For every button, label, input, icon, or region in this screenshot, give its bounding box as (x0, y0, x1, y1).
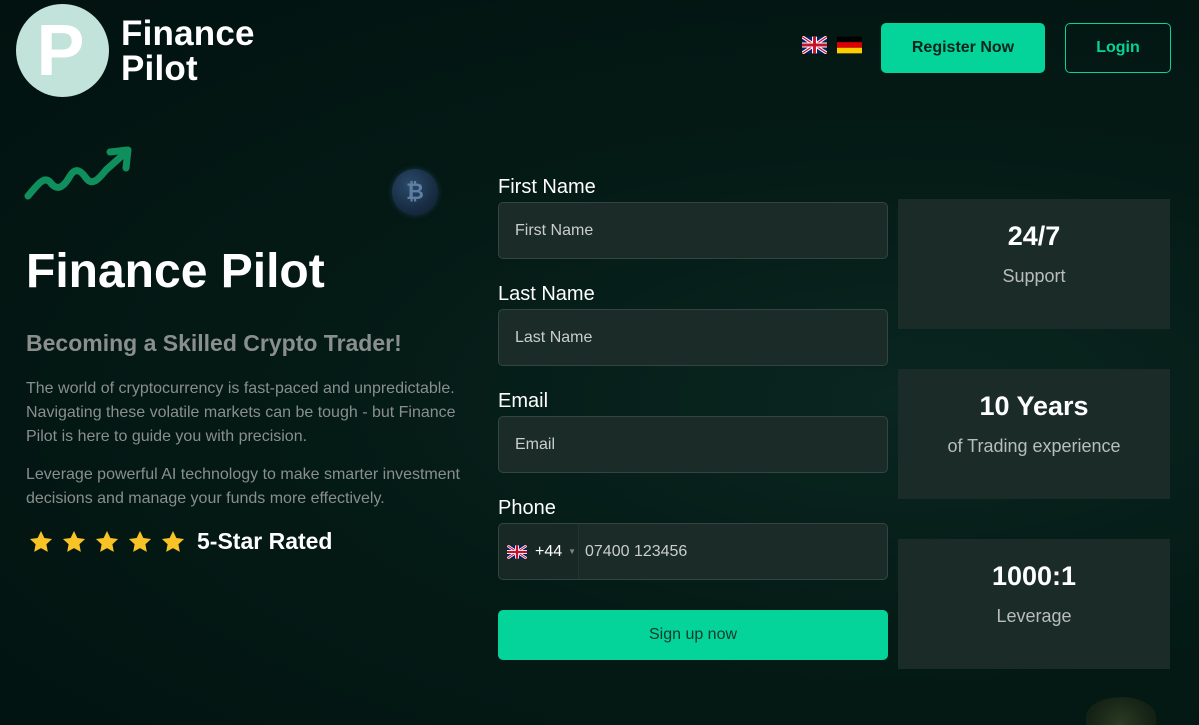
decorative-coin-icon (1086, 697, 1156, 725)
email-input[interactable] (498, 416, 888, 473)
star-icon (95, 530, 119, 552)
germany-flag-icon[interactable] (837, 36, 862, 54)
logo-mark-icon: P (16, 4, 109, 97)
email-label: Email (498, 390, 549, 412)
star-icon (29, 530, 53, 552)
stat-value: 1000:1 (991, 561, 1077, 591)
brand-logo[interactable]: P Finance Pilot (16, 4, 255, 97)
stat-value: 24/7 (1007, 221, 1061, 251)
rating-label: 5-Star Rated (197, 528, 333, 554)
brand-name-line2: Pilot (121, 48, 198, 88)
trend-arrow-icon (24, 146, 132, 200)
stat-card-leverage: 1000:1 Leverage (898, 539, 1170, 669)
hero-paragraph-1: The world of cryptocurrency is fast-pace… (26, 380, 456, 445)
first-name-label: First Name (498, 176, 596, 198)
stat-card-support: 24/7 Support (898, 199, 1170, 329)
login-button[interactable]: Login (1065, 23, 1171, 73)
country-code-select[interactable]: +44 ▼ (499, 524, 579, 579)
bitcoin-coin-icon: ₿ (392, 169, 438, 215)
stat-card-experience: 10 Years of Trading experience (898, 369, 1170, 499)
star-icon (62, 530, 86, 552)
stat-label: Support (1002, 266, 1066, 286)
phone-field: +44 ▼ (498, 523, 888, 580)
stat-label: of Trading experience (947, 436, 1121, 456)
phone-label: Phone (498, 497, 556, 519)
first-name-input[interactable] (498, 202, 888, 259)
landing-page: P Finance Pilot Register Now Login ₿ Fin… (0, 0, 1199, 725)
sign-up-button[interactable]: Sign up now (498, 610, 888, 660)
stat-value: 10 Years (979, 391, 1089, 421)
last-name-input[interactable] (498, 309, 888, 366)
star-icon (128, 530, 152, 552)
brand-name: Finance Pilot (121, 16, 255, 86)
language-switcher (802, 36, 862, 54)
logo-letter: P (36, 10, 85, 91)
uk-flag-icon (507, 544, 527, 559)
hero-subtitle: Becoming a Skilled Crypto Trader! (26, 330, 402, 356)
register-now-button[interactable]: Register Now (881, 23, 1045, 73)
star-icon (161, 530, 185, 552)
hero-paragraph-2: Leverage powerful AI technology to make … (26, 466, 460, 507)
stat-label: Leverage (996, 606, 1072, 626)
country-code: +44 (535, 542, 563, 560)
hero-title: Finance Pilot (26, 245, 325, 298)
uk-flag-icon[interactable] (802, 36, 827, 54)
star-rating: 5-Star Rated (28, 528, 332, 555)
brand-name-line1: Finance (121, 13, 255, 53)
last-name-label: Last Name (498, 283, 595, 305)
caret-down-icon: ▼ (568, 547, 577, 556)
phone-input[interactable] (579, 524, 887, 579)
